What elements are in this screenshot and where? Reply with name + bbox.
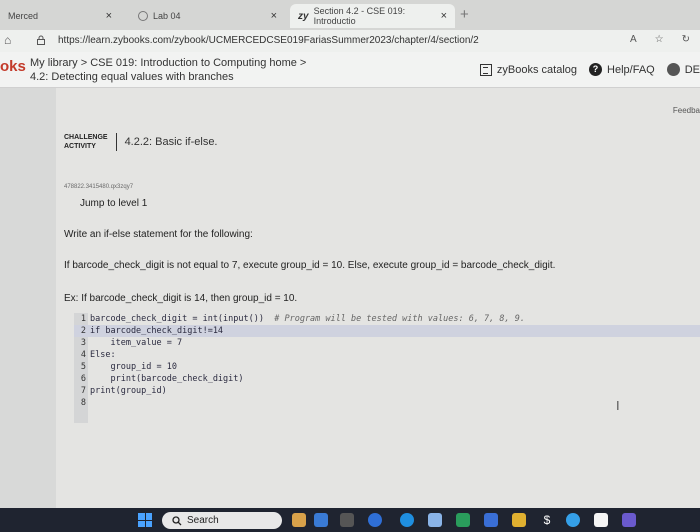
line-number: 6	[80, 374, 86, 384]
windows-start-icon[interactable]	[138, 513, 152, 527]
code-line-active[interactable]: 2 if barcode_check_digit!=14	[74, 325, 700, 337]
user-avatar-icon	[666, 63, 680, 76]
header-actions: zyBooks catalog ? Help/FAQ DE	[479, 63, 700, 76]
url-field[interactable]: https://learn.zybooks.com/zybook/UCMERCE…	[58, 35, 479, 46]
code-text: print(group_id)	[90, 386, 167, 396]
zybooks-logo[interactable]: oks	[0, 58, 26, 75]
user-menu[interactable]: DE	[666, 63, 700, 76]
home-icon[interactable]: ⌂	[4, 33, 11, 47]
app-icon[interactable]	[566, 513, 580, 527]
code-line[interactable]: 8	[74, 397, 700, 409]
teams-icon[interactable]	[622, 513, 636, 527]
address-bar-row: ⌂ https://learn.zybooks.com/zybook/UCMER…	[0, 30, 700, 52]
breadcrumb: My library > CSE 019: Introduction to Co…	[30, 56, 306, 84]
file-explorer-icon[interactable]	[512, 513, 526, 527]
code-text: item_value = 7	[90, 338, 183, 348]
instruction-condition: If barcode_check_digit is not equal to 7…	[64, 260, 556, 271]
amazon-icon[interactable]	[594, 513, 608, 527]
code-text: print(barcode_check_digit)	[90, 374, 244, 384]
search-icon	[172, 515, 182, 525]
lock-icon	[37, 35, 45, 45]
line-number: 7	[80, 386, 86, 396]
code-text: group_id = 10	[90, 362, 177, 372]
challenge-label-line1: CHALLENGE	[64, 134, 108, 141]
close-icon[interactable]: ×	[271, 10, 277, 22]
code-comment: # Program will be tested with values: 6,…	[264, 314, 525, 324]
address-bar-actions: A ☆ ↻	[630, 34, 690, 45]
tab-section-4-2[interactable]: zy Section 4.2 - CSE 019: Introductio ×	[290, 4, 455, 28]
zybooks-header: oks My library > CSE 019: Introduction t…	[0, 52, 700, 88]
refresh-icon[interactable]: ↻	[682, 34, 690, 45]
tab-lab-04[interactable]: Lab 04 ×	[130, 4, 285, 28]
code-line[interactable]: 4 Else:	[74, 349, 700, 361]
user-label: DE	[684, 63, 700, 76]
challenge-title: 4.2.2: Basic if-else.	[124, 136, 218, 148]
code-editor[interactable]: 1 barcode_check_digit = int(input()) # P…	[74, 313, 700, 423]
text-cursor-icon: I	[616, 398, 620, 413]
breadcrumb-path[interactable]: My library > CSE 019: Introduction to Co…	[30, 56, 306, 70]
code-text: barcode_check_digit = int(input())	[90, 314, 264, 324]
widgets-icon[interactable]	[292, 513, 306, 527]
app-icon[interactable]	[484, 513, 498, 527]
catalog-link[interactable]: zyBooks catalog	[479, 63, 578, 76]
read-aloud-icon[interactable]: A	[630, 34, 637, 45]
tab-label: Merced	[8, 11, 39, 21]
feedback-link[interactable]: Feedba	[673, 106, 700, 115]
code-line[interactable]: 3 item_value = 7	[74, 337, 700, 349]
catalog-icon	[479, 63, 492, 76]
favorite-icon[interactable]: ☆	[655, 34, 664, 45]
help-icon: ?	[589, 63, 603, 76]
code-line[interactable]: 7 print(group_id)	[74, 385, 700, 397]
search-label: Search	[187, 515, 219, 526]
close-icon[interactable]: ×	[106, 10, 112, 22]
line-number: 4	[80, 350, 86, 360]
app-icon[interactable]	[314, 513, 328, 527]
line-number: 2	[80, 326, 86, 336]
new-tab-button[interactable]: +	[460, 6, 469, 23]
task-view-icon[interactable]	[340, 513, 354, 527]
code-line[interactable]: 1 barcode_check_digit = int(input()) # P…	[74, 313, 700, 325]
challenge-activity-label: CHALLENGE ACTIVITY	[64, 133, 117, 151]
breadcrumb-section: 4.2: Detecting equal values with branche…	[30, 71, 234, 83]
activity-panel: Feedba CHALLENGE ACTIVITY 4.2.2: Basic i…	[56, 88, 700, 508]
github-icon	[138, 11, 148, 21]
code-text: if barcode_check_digit!=14	[90, 326, 224, 336]
line-number: 1	[80, 314, 86, 324]
close-icon[interactable]: ×	[441, 10, 447, 22]
instruction-text: Write an if-else statement for the follo…	[64, 229, 253, 240]
tab-label: Lab 04	[153, 11, 181, 21]
taskbar: Search $	[0, 508, 700, 532]
jump-to-level-button[interactable]: Jump to level 1	[80, 198, 147, 209]
challenge-heading: CHALLENGE ACTIVITY 4.2.2: Basic if-else.	[64, 133, 218, 151]
zybooks-favicon-icon: zy	[298, 10, 309, 22]
store-icon[interactable]	[428, 513, 442, 527]
instruction-example: Ex: If barcode_check_digit is 14, then g…	[64, 293, 298, 304]
line-number: 5	[80, 362, 86, 372]
taskbar-search[interactable]: Search	[162, 512, 282, 529]
tab-merced[interactable]: Merced ×	[0, 4, 120, 28]
catalog-label: zyBooks catalog	[496, 63, 578, 76]
browser-tab-strip: Merced × Lab 04 × zy Section 4.2 - CSE 0…	[0, 0, 700, 30]
dollar-app-icon[interactable]: $	[540, 513, 554, 527]
challenge-label-line2: ACTIVITY	[64, 143, 96, 150]
edge-icon[interactable]	[400, 513, 414, 527]
help-label: Help/FAQ	[607, 63, 655, 76]
chat-icon[interactable]	[368, 513, 382, 527]
main-content: Feedba CHALLENGE ACTIVITY 4.2.2: Basic i…	[0, 88, 700, 508]
app-icon[interactable]	[456, 513, 470, 527]
code-text: Else:	[90, 350, 116, 360]
line-number: 3	[80, 338, 86, 348]
help-link[interactable]: ? Help/FAQ	[589, 63, 655, 76]
activity-id: 478822.3415480.qx3zqy7	[64, 184, 134, 190]
tab-label: Section 4.2 - CSE 019: Introductio	[313, 6, 406, 26]
code-line[interactable]: 6 print(barcode_check_digit)	[74, 373, 700, 385]
code-line[interactable]: 5 group_id = 10	[74, 361, 700, 373]
line-number: 8	[80, 398, 86, 408]
